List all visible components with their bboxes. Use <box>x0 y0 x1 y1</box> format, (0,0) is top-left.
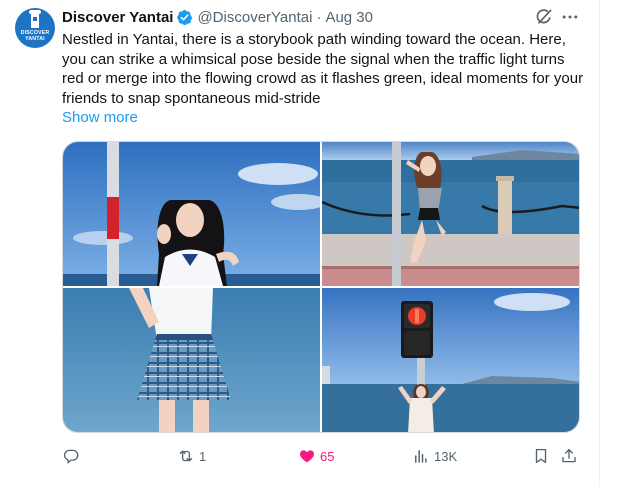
avatar[interactable]: DISCOVER YANTAI <box>15 8 55 48</box>
media-grid <box>62 141 580 433</box>
view-count: 13K <box>434 448 458 464</box>
tweet-text: Nestled in Yantai, there is a storybook … <box>62 31 584 108</box>
show-more-link[interactable]: Show more <box>62 109 138 126</box>
bookmark-icon <box>535 448 547 464</box>
photo-4[interactable] <box>322 288 579 432</box>
user-handle[interactable]: @DiscoverYantai <box>197 9 312 26</box>
separator-dot: · <box>316 8 322 26</box>
lighthouse-icon <box>29 10 41 28</box>
verified-badge-icon[interactable] <box>176 9 193 26</box>
bookmark-button[interactable] <box>532 445 550 467</box>
views-icon <box>415 450 427 463</box>
reply-icon <box>63 449 79 464</box>
photo-3[interactable] <box>63 288 320 432</box>
like-count: 65 <box>320 448 335 464</box>
photo-2[interactable] <box>322 142 579 286</box>
avatar-logo-line2: YANTAI <box>25 36 45 42</box>
tweet-actions: 1 65 13K <box>62 445 587 467</box>
more-icon[interactable] <box>560 7 580 27</box>
display-name[interactable]: Discover Yantai <box>62 9 173 26</box>
share-icon <box>562 448 576 463</box>
views-button[interactable]: 13K <box>412 445 457 467</box>
heart-icon <box>300 450 314 463</box>
share-button[interactable] <box>560 445 578 467</box>
tweet-article[interactable]: DISCOVER YANTAI Discover Yantai @Discove… <box>0 0 600 486</box>
tweet-date[interactable]: Aug 30 <box>325 9 373 26</box>
tweet-header: Discover Yantai @DiscoverYantai · Aug 30 <box>62 7 373 27</box>
retweet-count: 1 <box>199 448 207 464</box>
reply-button[interactable] <box>62 445 84 467</box>
retweet-button[interactable]: 1 <box>177 445 206 467</box>
photo-1[interactable] <box>63 142 320 286</box>
grok-icon[interactable] <box>534 7 554 27</box>
like-button[interactable]: 65 <box>298 445 334 467</box>
retweet-icon <box>179 450 193 462</box>
